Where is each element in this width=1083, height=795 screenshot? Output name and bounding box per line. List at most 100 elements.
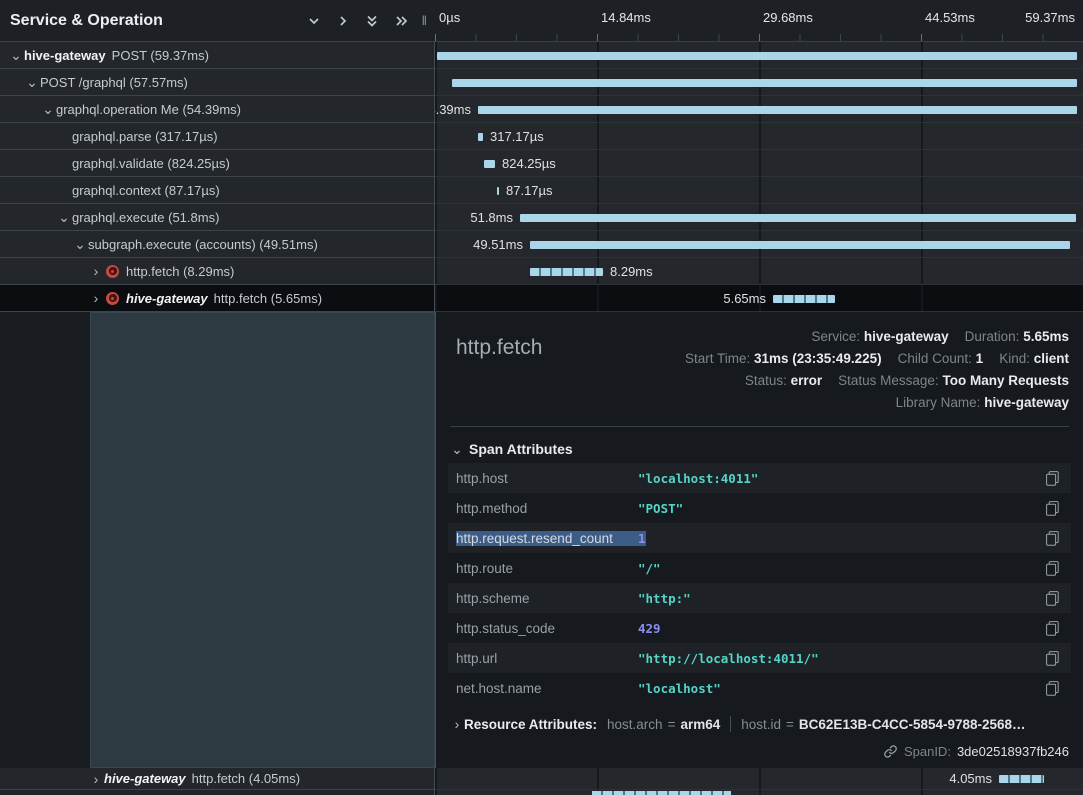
copy-icon[interactable] <box>1046 651 1059 666</box>
expand-arrow-icon[interactable]: › <box>88 772 104 786</box>
span-duration-label: 54.39ms <box>435 96 471 123</box>
span-label: subgraph.execute (accounts) (49.51ms) <box>88 237 318 252</box>
span-row[interactable]: graphql.parse (317.17µs)317.17µs <box>0 123 1083 150</box>
collapse-arrow-icon[interactable]: ⌄ <box>72 237 88 251</box>
span-row[interactable]: graphql.validate (824.25µs)824.25µs <box>0 150 1083 177</box>
copy-icon[interactable] <box>1046 531 1059 546</box>
copy-icon[interactable] <box>1046 471 1059 486</box>
span-duration-label: 4.05ms <box>949 768 992 790</box>
span-duration-bar[interactable] <box>592 791 731 795</box>
span-row[interactable] <box>0 790 1083 795</box>
selected-span-region <box>90 312 435 768</box>
double-chevron-right-icon[interactable] <box>392 12 410 30</box>
span-waterfall-bottom: ›hive-gatewayhttp.fetch (4.05ms)4.05ms <box>0 768 1083 795</box>
copy-icon[interactable] <box>1046 681 1059 696</box>
span-row[interactable]: ⌄hive-gatewayPOST (59.37ms) <box>0 42 1083 69</box>
attribute-row[interactable]: http.request.resend_count1 <box>448 523 1071 553</box>
span-tree-cell <box>0 790 435 795</box>
span-duration-bar[interactable] <box>520 214 1076 222</box>
span-timeline-cell: 5.65ms <box>435 285 1083 312</box>
meta-value: error <box>791 373 823 388</box>
span-meta: Service: hive-gatewayDuration: 5.65ms Sta… <box>669 326 1069 414</box>
span-attributes-table: http.host"localhost:4011"http.method"POS… <box>448 463 1071 703</box>
chevron-right-icon: › <box>450 717 464 731</box>
span-row[interactable]: ›http.fetch (8.29ms)8.29ms <box>0 258 1083 285</box>
attribute-value: 1 <box>638 531 646 546</box>
attribute-row[interactable]: net.host.name"localhost" <box>448 673 1071 703</box>
span-timeline-cell: 87.17µs <box>435 177 1083 204</box>
chevron-down-icon[interactable] <box>305 12 323 30</box>
span-label: graphql.validate (824.25µs) <box>72 156 230 171</box>
collapse-arrow-icon[interactable]: ⌄ <box>24 75 40 89</box>
copy-icon[interactable] <box>1046 561 1059 576</box>
span-row[interactable]: ⌄graphql.execute (51.8ms)51.8ms <box>0 204 1083 231</box>
span-duration-bar[interactable] <box>497 187 499 195</box>
span-attributes-toggle[interactable]: ⌄ Span Attributes <box>448 435 1071 463</box>
span-duration-bar[interactable] <box>478 133 483 141</box>
double-chevron-down-icon[interactable] <box>363 12 381 30</box>
span-row[interactable]: ⌄subgraph.execute (accounts) (49.51ms) 49… <box>0 231 1083 258</box>
meta-label: Start Time: <box>685 351 750 366</box>
resource-attr-value: BC62E13B-C4CC-5854-9788-2568… <box>799 717 1026 732</box>
attribute-row[interactable]: http.status_code429 <box>448 613 1071 643</box>
meta-pair: Library Name: hive-gateway <box>896 395 1069 410</box>
span-timeline-cell <box>435 69 1083 96</box>
span-duration-bar[interactable] <box>478 106 1077 114</box>
attribute-key: net.host.name <box>456 681 638 696</box>
span-row[interactable]: ⌄POST /graphql (57.57ms) <box>0 69 1083 96</box>
attribute-row[interactable]: http.method"POST" <box>448 493 1071 523</box>
span-meta-line: Status: errorStatus Message: Too Many Re… <box>669 370 1069 392</box>
attribute-key: http.host <box>456 471 638 486</box>
span-duration-bar[interactable] <box>773 295 835 303</box>
span-duration-label: 49.51ms <box>473 231 523 258</box>
span-duration-bar[interactable] <box>437 52 1077 60</box>
collapse-arrow-icon[interactable]: ⌄ <box>56 210 72 224</box>
span-row[interactable]: graphql.context (87.17µs)87.17µs <box>0 177 1083 204</box>
copy-icon[interactable] <box>1046 501 1059 516</box>
span-row[interactable]: ›hive-gatewayhttp.fetch (4.05ms)4.05ms <box>0 768 1083 790</box>
resource-attr-key: host.id <box>741 717 781 732</box>
attribute-row[interactable]: http.scheme"http:" <box>448 583 1071 613</box>
span-duration-bar[interactable] <box>530 241 1070 249</box>
span-timeline-cell: 4.05ms <box>435 768 1083 790</box>
attribute-key: http.url <box>456 651 638 666</box>
tick-label: 29.68ms <box>763 10 813 25</box>
expand-arrow-icon[interactable]: › <box>88 291 104 305</box>
chevron-right-icon[interactable] <box>334 12 352 30</box>
span-duration-label: 51.8ms <box>470 204 513 231</box>
tick-label: 14.84ms <box>601 10 651 25</box>
attribute-row[interactable]: http.route"/" <box>448 553 1071 583</box>
span-label: http.fetch (5.65ms) <box>214 291 322 306</box>
collapse-arrow-icon[interactable]: ⌄ <box>40 102 56 116</box>
span-tree-cell: ⌄subgraph.execute (accounts) (49.51ms) <box>0 231 435 258</box>
span-row[interactable]: ⌄graphql.operation Me (54.39ms)54.39ms <box>0 96 1083 123</box>
span-timeline-cell: 51.8ms <box>435 204 1083 231</box>
attribute-value: "POST" <box>638 501 683 516</box>
span-duration-bar[interactable] <box>452 79 1077 87</box>
copy-icon[interactable] <box>1046 621 1059 636</box>
span-duration-bar[interactable] <box>484 160 495 168</box>
attribute-row[interactable]: http.url"http://localhost:4011/" <box>448 643 1071 673</box>
expand-arrow-icon[interactable]: › <box>88 264 104 278</box>
tick-label: 59.37ms <box>1025 10 1075 25</box>
tick-label: 44.53ms <box>925 10 975 25</box>
span-duration-bar[interactable] <box>999 775 1044 783</box>
span-tree-cell: graphql.validate (824.25µs) <box>0 150 435 177</box>
timeline-axis: 0µs 14.84ms 29.68ms 44.53ms 59.37ms <box>435 0 1083 42</box>
tick-label: 0µs <box>439 10 460 25</box>
collapse-arrow-icon[interactable]: ⌄ <box>8 48 24 62</box>
attribute-row[interactable]: http.host"localhost:4011" <box>448 463 1071 493</box>
link-icon <box>883 744 898 759</box>
chevron-down-icon: ⌄ <box>450 442 464 456</box>
tree-panel-title: Service & Operation <box>10 12 305 30</box>
copy-icon[interactable] <box>1046 591 1059 606</box>
meta-label: Child Count: <box>898 351 972 366</box>
panel-resize-handle[interactable]: ‖ <box>422 13 427 28</box>
attribute-value: "http://localhost:4011/" <box>638 651 819 666</box>
span-duration-bar[interactable] <box>530 268 603 276</box>
span-row[interactable]: ›hive-gatewayhttp.fetch (5.65ms)5.65ms <box>0 285 1083 312</box>
tree-panel-header: Service & Operation ‖ <box>0 0 435 42</box>
span-id-label: SpanID: <box>904 744 951 759</box>
resource-attributes-row[interactable]: › Resource Attributes: host.arch=arm64ho… <box>448 716 1071 732</box>
span-meta-line: Service: hive-gatewayDuration: 5.65ms <box>669 326 1069 348</box>
